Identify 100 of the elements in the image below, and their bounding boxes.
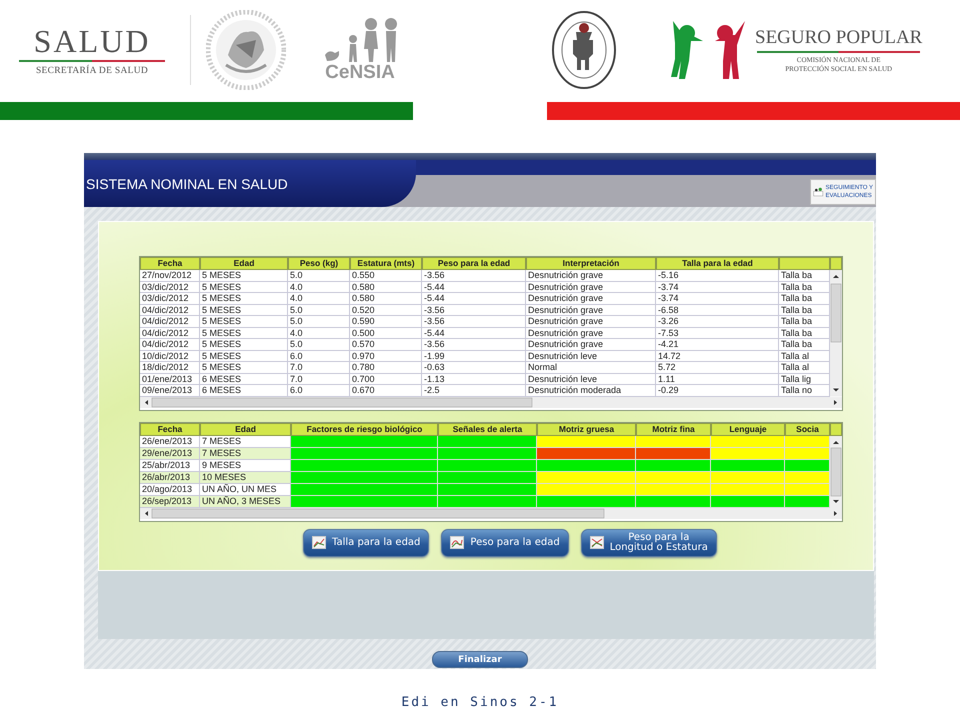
table-cell: 04/dic/2012 [140,316,200,328]
column-header: Peso para la edad [422,257,526,270]
table-cell: -3.26 [656,316,779,328]
table-cell: -1.13 [422,374,526,385]
table-cell: 5.0 [288,270,350,282]
table-cell: 0.570 [350,339,422,350]
line-chart-icon [450,536,464,549]
table-cell: Desnutrición grave [526,339,656,350]
table-cell: -1.99 [422,350,526,362]
table-cell: -5.44 [422,293,526,304]
table-cell: 0.700 [350,374,422,385]
horizontal-scrollbar[interactable] [140,396,842,408]
line-chart-icon [590,536,604,549]
vertical-scrollbar[interactable] [830,270,842,396]
table-cell: -0.63 [422,362,526,374]
table-cell: 5.0 [288,304,350,316]
table-cell: 0.580 [350,282,422,293]
column-header: Lenguaje [711,422,785,436]
table-cell: -3.74 [656,282,779,293]
table-cell: 10 MESES [200,472,291,484]
salud-logo-title: SALUD [34,24,150,58]
table-cell: 10/dic/2012 [140,350,200,362]
table-cell: 18/dic/2012 [140,362,200,374]
table-cell: 29/ene/2013 [140,448,200,460]
table-cell: 0.550 [350,270,422,282]
finish-button[interactable]: Finalizar [432,651,528,668]
table-cell: 5.0 [288,339,350,350]
column-header: Talla para la edad [656,257,779,270]
chart-button[interactable]: Talla para la edad [303,528,430,556]
table-cell: 1.11 [656,374,779,385]
column-header: Estatura (mts) [350,257,422,270]
table-cell: 5 MESES [200,328,288,339]
table-cell: 5 MESES [200,293,288,304]
people-chart-icon [813,185,824,199]
table-cell: 0.500 [350,328,422,339]
table-cell: 5 MESES [200,270,288,282]
table-cell: 4.0 [288,328,350,339]
slide-footer: Edi en Sinos 2-1 [401,695,559,710]
vertical-scrollbar[interactable] [830,436,842,508]
table-cell: -5.44 [422,328,526,339]
table-cell: Desnutrición leve [526,350,656,362]
table-cell: -4.21 [656,339,779,350]
table-cell: Desnutrición grave [526,304,656,316]
column-header [779,257,830,270]
table-cell: 5 MESES [200,304,288,316]
column-header: Factores de riesgo biológico [291,422,438,436]
table-cell: Normal [526,362,656,374]
table-cell: -3.74 [656,293,779,304]
table-cell: 26/sep/2013 [140,496,200,508]
table-cell: 5.0 [288,316,350,328]
column-header: Peso (kg) [288,257,350,270]
column-header: Edad [200,257,288,270]
app-title: SISTEMA NOMINAL EN SALUD [84,160,416,207]
table-cell: UN AÑO, 3 MESES [200,496,291,508]
chart-button[interactable]: Peso para la edad [441,528,569,556]
column-header: Socia [785,422,830,436]
table-cell: 7.0 [288,362,350,374]
table-cell: 01/ene/2013 [140,374,200,385]
table-cell: 27/nov/2012 [140,270,200,282]
table-cell: 6 MESES [200,374,288,385]
table-cell: 0.590 [350,316,422,328]
table-cell: 5.72 [656,362,779,374]
table-cell: 26/abr/2013 [140,472,200,484]
table-cell: -5.44 [422,282,526,293]
table-cell: 04/dic/2012 [140,339,200,350]
table-cell: -3.56 [422,316,526,328]
chart-button[interactable]: Peso para la Longitud o Estatura [580,528,717,556]
column-header: Motriz fina [636,422,711,436]
table-cell: 5 MESES [200,282,288,293]
table-cell: Desnutrición leve [526,374,656,385]
table-cell: Desnutrición grave [526,270,656,282]
salud-logo-subtitle: SECRETARÍA DE SALUD [36,66,148,76]
table-cell: 4.0 [288,293,350,304]
column-header: Fecha [140,422,200,436]
column-header: Edad [200,422,291,436]
table-cell: 0.780 [350,362,422,374]
table-cell: -5.16 [656,270,779,282]
table-cell: -3.56 [422,304,526,316]
table-cell: 4.0 [288,282,350,293]
table-cell: 7 MESES [200,448,291,460]
table-cell: Desnutrición grave [526,316,656,328]
line-chart-icon [312,536,326,549]
table-cell: 5 MESES [200,350,288,362]
horizontal-scrollbar[interactable] [140,508,842,518]
table-cell: 7.0 [288,374,350,385]
table-cell: 03/dic/2012 [140,293,200,304]
censia-logo-text: CeNSIA [325,63,395,83]
table-cell: 5 MESES [200,362,288,374]
table-cell: -7.53 [656,328,779,339]
table-cell: -6.58 [656,304,779,316]
table-cell: 0.970 [350,350,422,362]
table-cell: 6.0 [288,350,350,362]
table-cell: 14.72 [656,350,779,362]
table-cell: 04/dic/2012 [140,328,200,339]
column-header: Interpretación [526,257,656,270]
column-header: Motriz gruesa [537,422,636,436]
column-header: Fecha [140,257,200,270]
header-corner [830,422,842,436]
table-cell: -3.56 [422,270,526,282]
table-cell: Desnutrición grave [526,282,656,293]
